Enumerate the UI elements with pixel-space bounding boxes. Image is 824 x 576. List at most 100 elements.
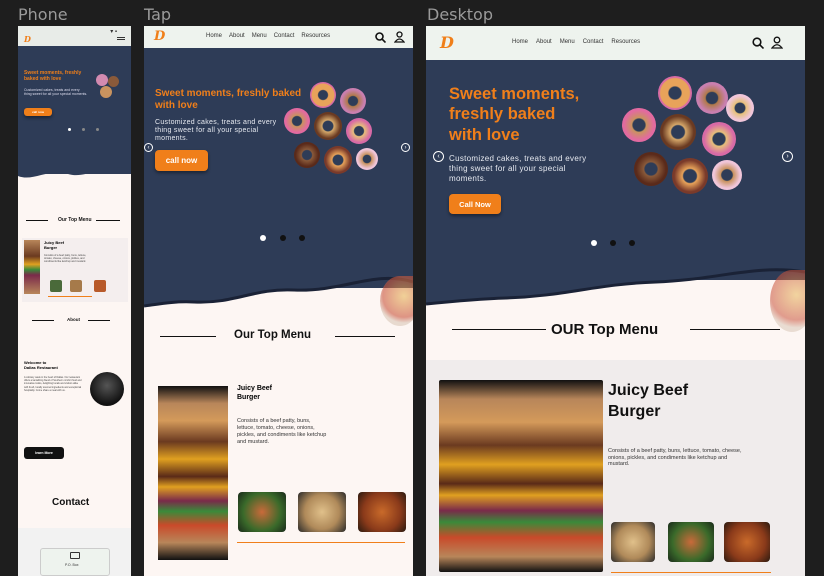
frame-label-tap: Tap bbox=[144, 5, 172, 24]
search-icon[interactable] bbox=[752, 37, 764, 49]
phone-menu-icon[interactable] bbox=[117, 37, 125, 40]
nav-contact[interactable]: Contact bbox=[274, 33, 295, 39]
phone-pobox-label: P.O. Box bbox=[65, 563, 79, 567]
desktop-menu-line-left bbox=[452, 329, 546, 330]
desktop-cta-label: Call Now bbox=[459, 199, 491, 209]
phone-chef-avatar bbox=[90, 372, 124, 406]
nav-contact[interactable]: Contact bbox=[583, 39, 604, 45]
tap-frame: D Home About Menu Contact Resources Swee… bbox=[144, 26, 413, 576]
desktop-thumb-chicken[interactable] bbox=[724, 522, 770, 562]
phone-menu-line-left bbox=[26, 220, 48, 221]
user-icon[interactable] bbox=[394, 31, 405, 43]
tap-donuts-image bbox=[280, 82, 390, 192]
chevron-left-icon[interactable]: ‹ bbox=[433, 151, 444, 162]
tap-nav: Home About Menu Contact Resources bbox=[206, 33, 330, 39]
user-icon[interactable] bbox=[771, 36, 783, 49]
tap-menu-line-left bbox=[160, 336, 216, 337]
phone-thumb[interactable] bbox=[50, 280, 62, 292]
phone-learn-more-button[interactable]: learn More bbox=[24, 447, 64, 459]
tap-thumb-salad[interactable] bbox=[238, 492, 286, 532]
phone-item-desc: Consists of a beef patty, buns, lettuce,… bbox=[44, 254, 87, 263]
desktop-item-desc: Consists of a beef patty, buns, lettuce,… bbox=[608, 448, 742, 467]
phone-about-body: A culinary oasis in the heart of Dallas.… bbox=[24, 376, 82, 392]
tap-item-name: Juicy Beef Burger bbox=[237, 385, 273, 401]
desktop-pizza-image bbox=[770, 270, 805, 332]
desktop-slide-dot[interactable] bbox=[591, 240, 597, 246]
nav-menu[interactable]: Menu bbox=[252, 33, 267, 39]
phone-thumb[interactable] bbox=[70, 280, 82, 292]
desktop-slide-dot[interactable] bbox=[629, 240, 635, 246]
nav-menu[interactable]: Menu bbox=[560, 39, 575, 45]
desktop-menu-underline bbox=[611, 572, 771, 573]
phone-logo[interactable]: D bbox=[24, 34, 31, 44]
desktop-nav: Home About Menu Contact Resources bbox=[512, 39, 640, 45]
desktop-burger-image bbox=[439, 380, 603, 572]
phone-cta-button[interactable]: call now bbox=[24, 108, 52, 116]
desktop-donuts-image bbox=[614, 74, 764, 214]
tap-slide-dot[interactable] bbox=[299, 235, 305, 241]
frame-label-phone: Phone bbox=[18, 5, 68, 24]
nav-home[interactable]: Home bbox=[512, 39, 528, 45]
phone-slide-dot[interactable] bbox=[68, 128, 71, 131]
tap-cta-label: call now bbox=[165, 156, 198, 165]
phone-menu-line-right bbox=[96, 220, 120, 221]
desktop-cta-button[interactable]: Call Now bbox=[449, 194, 501, 214]
tap-thumb-soup[interactable] bbox=[298, 492, 346, 532]
tap-hero-wave bbox=[144, 256, 413, 308]
desktop-hero: Sweet moments, freshly baked with love C… bbox=[426, 60, 805, 280]
logo-mark[interactable]: D bbox=[154, 29, 165, 44]
search-icon[interactable] bbox=[375, 32, 386, 43]
phone-hero-title: Sweet moments, freshly baked with love bbox=[24, 70, 82, 82]
tap-menu-underline bbox=[237, 542, 405, 543]
phone-welcome-2: Dallas Restaurant bbox=[24, 365, 58, 370]
tap-hero: Sweet moments, freshly baked with love C… bbox=[144, 48, 413, 288]
desktop-menu-card: Juicy Beef Burger Consists of a beef pat… bbox=[426, 360, 805, 576]
tap-menu-title: Our Top Menu bbox=[234, 329, 312, 341]
phone-hero-wave bbox=[18, 156, 131, 178]
desktop-menu-title: OUR Top Menu bbox=[551, 321, 659, 338]
phone-slide-dot[interactable] bbox=[82, 128, 85, 131]
phone-cta-label: call now bbox=[32, 110, 44, 114]
phone-hero-subtitle: Customized cakes, treats and every thing… bbox=[24, 88, 88, 96]
tap-menu-card: Juicy Beef Burger Consists of a beef pat… bbox=[144, 370, 413, 576]
phone-about-line-left bbox=[32, 320, 54, 321]
nav-resources[interactable]: Resources bbox=[611, 39, 640, 45]
nav-about[interactable]: About bbox=[536, 39, 552, 45]
frame-label-desktop: Desktop bbox=[427, 5, 493, 24]
desktop-thumb-soup[interactable] bbox=[611, 522, 655, 562]
tap-thumb-chicken[interactable] bbox=[358, 492, 406, 532]
desktop-slide-dot[interactable] bbox=[610, 240, 616, 246]
desktop-frame: D Home About Menu Contact Resources Swee… bbox=[426, 26, 805, 576]
phone-about-title: About bbox=[67, 317, 80, 322]
phone-contact-title: Contact bbox=[52, 497, 90, 508]
nav-about[interactable]: About bbox=[229, 33, 245, 39]
phone-pobox-card[interactable]: P.O. Box bbox=[40, 548, 110, 576]
tap-pizza-image bbox=[380, 276, 413, 326]
tap-slide-dot[interactable] bbox=[260, 235, 266, 241]
desktop-hero-wave bbox=[426, 252, 805, 306]
tap-cta-button[interactable]: call now bbox=[155, 150, 208, 171]
phone-slide-dot[interactable] bbox=[96, 128, 99, 131]
chevron-left-icon[interactable]: ‹ bbox=[144, 143, 153, 152]
phone-status-bar: D ▾ ▪ bbox=[18, 26, 131, 46]
chevron-right-icon[interactable]: › bbox=[401, 143, 410, 152]
phone-signal-icon: ▾ ▪ bbox=[110, 29, 117, 35]
desktop-thumb-salad[interactable] bbox=[668, 522, 714, 562]
phone-about-line-right bbox=[88, 320, 110, 321]
phone-menu-title: Our Top Menu bbox=[58, 217, 92, 223]
phone-thumb[interactable] bbox=[94, 280, 106, 292]
chevron-right-icon[interactable]: › bbox=[782, 151, 793, 162]
logo-mark[interactable]: D bbox=[440, 33, 454, 52]
desktop-hero-title-2: freshly baked bbox=[449, 105, 556, 123]
nav-home[interactable]: Home bbox=[206, 33, 222, 39]
tap-menu-line-right bbox=[335, 336, 395, 337]
desktop-header: D Home About Menu Contact Resources bbox=[426, 26, 805, 60]
desktop-hero-title-3: with love bbox=[449, 126, 520, 144]
tap-slide-dot[interactable] bbox=[280, 235, 286, 241]
desktop-menu-line-right bbox=[690, 329, 780, 330]
phone-item-name: Juicy Beef Burger bbox=[44, 240, 65, 250]
phone-frame: D ▾ ▪ Sweet moments, freshly baked with … bbox=[18, 26, 131, 576]
desktop-hero-subtitle: Customized cakes, treats and every thing… bbox=[449, 154, 587, 183]
nav-resources[interactable]: Resources bbox=[301, 33, 330, 39]
tap-header: D Home About Menu Contact Resources bbox=[144, 26, 413, 48]
